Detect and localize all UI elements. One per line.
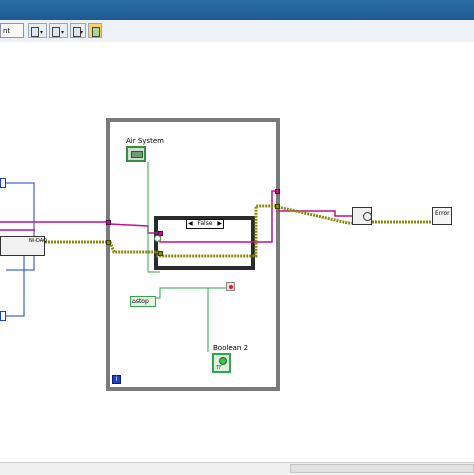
- wire-blue-1[interactable]: [0, 182, 35, 271]
- tunnel-error-in[interactable]: [106, 240, 111, 245]
- status-bar: [0, 462, 474, 475]
- error-handler-node[interactable]: Error: [432, 207, 452, 225]
- cluster-indicator-terminal[interactable]: [126, 146, 146, 162]
- subvi-node-left-label: NI-DAQ: [29, 238, 48, 244]
- chevron-down-icon: ▾: [61, 29, 65, 36]
- led-icon: [219, 357, 227, 365]
- text-settings-dropdown[interactable]: nt: [0, 23, 24, 38]
- horizontal-scrollbar[interactable]: [290, 464, 474, 473]
- iteration-terminal-label: i: [115, 375, 118, 383]
- tunnel-error-out[interactable]: [275, 204, 280, 209]
- cluster-icon: [131, 151, 143, 158]
- case-selector-terminal[interactable]: [154, 235, 161, 242]
- chevron-down-icon: ▾: [40, 29, 44, 36]
- wire-pink-out[interactable]: [278, 210, 354, 217]
- clean-up-diagram-icon: [92, 27, 100, 37]
- block-diagram-canvas[interactable]: NI-DAQ Air System ◀ False ▶ ⌂stop Boolea…: [0, 42, 474, 462]
- close-subvi-node[interactable]: [352, 207, 372, 225]
- control-terminal-1[interactable]: [0, 178, 6, 188]
- error-handler-glyph: Error: [435, 210, 450, 217]
- window-titlebar: [0, 0, 474, 20]
- wire-error-out[interactable]: [277, 205, 356, 225]
- wire-green-stop[interactable]: [154, 287, 230, 299]
- wire-blue-2[interactable]: [6, 247, 25, 317]
- tunnel-pink-out[interactable]: [275, 189, 280, 194]
- wire-layer: [0, 118, 432, 391]
- stop-sign-icon: [229, 285, 233, 289]
- diagram-toolbar: nt ▾ ▾ ▾: [0, 20, 474, 43]
- case-tunnel-error[interactable]: [158, 251, 163, 256]
- case-selector[interactable]: ◀ False ▶: [186, 219, 224, 229]
- close-icon: [363, 212, 372, 221]
- bool-literal: TF: [216, 365, 222, 371]
- stop-button-terminal[interactable]: ⌂stop: [130, 296, 156, 307]
- tunnel-pink-in[interactable]: [106, 220, 111, 225]
- boolean-indicator-label: Boolean 2: [213, 344, 249, 352]
- distribute-objects-icon: [52, 27, 60, 37]
- case-selector-label: False: [197, 220, 213, 227]
- control-terminal-2[interactable]: [0, 311, 6, 321]
- align-objects-button[interactable]: ▾: [28, 23, 47, 38]
- stop-button-label: stop: [135, 298, 149, 305]
- chevron-down-icon: ▾: [80, 29, 84, 36]
- case-prev-icon[interactable]: ◀: [188, 220, 193, 228]
- distribute-objects-button[interactable]: ▾: [49, 23, 68, 38]
- reorder-button[interactable]: ▾: [70, 23, 86, 38]
- subvi-node-left[interactable]: NI-DAQ: [0, 236, 48, 256]
- iteration-terminal[interactable]: i: [112, 375, 121, 384]
- align-objects-icon: [31, 27, 39, 37]
- clean-up-diagram-button[interactable]: [88, 23, 102, 38]
- boolean-indicator-terminal[interactable]: TF: [212, 353, 231, 373]
- case-next-icon[interactable]: ▶: [217, 220, 222, 228]
- cluster-indicator-label: Air System: [126, 137, 164, 145]
- loop-condition-terminal[interactable]: [226, 282, 235, 291]
